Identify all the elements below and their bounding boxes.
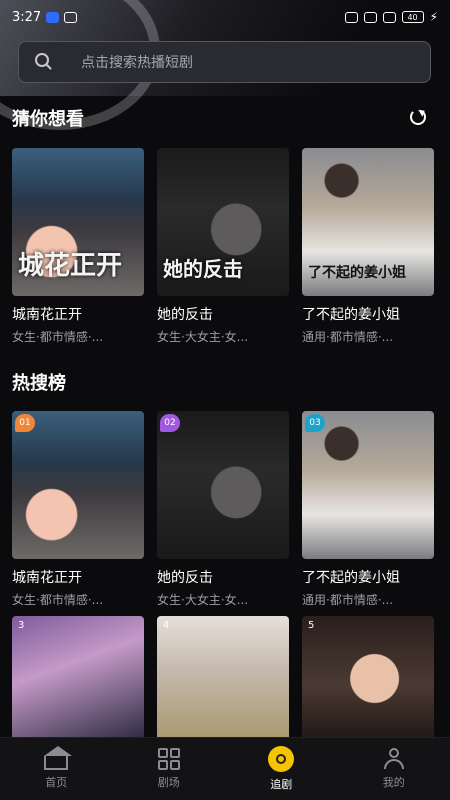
rank-badge: 02 [160,414,180,432]
hot-grid: 01 城南花正开 女生·都市情感·... 02 她的反击 女生·大女主·女...… [12,411,434,608]
drama-poster[interactable]: 3 [12,616,144,741]
drama-tags: 女生·大女主·女... [157,593,249,607]
nav-label: 我的 [382,776,405,789]
search-bar[interactable]: 点击搜索热播短剧 [18,41,431,83]
drama-poster[interactable]: 她的反击 [157,148,289,296]
charging-icon: ⚡ [429,10,438,24]
drama-card[interactable]: 了不起的姜小姐 了不起的姜小姐 通用·都市情感·... [302,148,434,345]
nav-label: 首页 [45,776,68,789]
drama-tags: 通用·都市情感·... [302,330,394,344]
nav-item-theater[interactable]: 剧场 [129,748,209,790]
follow-icon [268,746,295,772]
drama-tags: 女生·大女主·女... [157,330,249,344]
drama-title: 她的反击 [157,307,213,323]
drama-poster[interactable]: 5 [302,616,434,741]
nav-item-follow[interactable]: 追剧 [241,746,321,792]
vibrate-icon [344,11,358,23]
notification-icon [64,11,78,23]
profile-icon [383,748,405,770]
hot-drama-card[interactable]: 5 [302,616,434,741]
drama-tags: 通用·都市情感·... [302,593,394,607]
drama-poster[interactable]: 城花正开 [12,148,144,296]
drama-title: 了不起的姜小姐 [302,570,400,586]
drama-card[interactable]: 她的反击 她的反击 女生·大女主·女... [157,148,289,345]
drama-poster[interactable]: 4 [157,616,289,741]
drama-poster[interactable]: 03 [302,411,434,559]
drama-tags: 女生·都市情感·... [12,330,104,344]
rank-number: 5 [308,620,315,631]
rank-badge: 01 [15,414,35,432]
rank-badge: 03 [305,414,325,432]
drama-poster[interactable]: 02 [157,411,289,559]
drama-poster[interactable]: 了不起的姜小姐 [302,148,434,296]
wifi-icon [363,11,377,23]
rank-number: 4 [163,620,170,631]
hot-drama-card[interactable]: 01 城南花正开 女生·都市情感·... [12,411,144,608]
home-icon [44,746,73,770]
drama-tags: 女生·都市情感·... [12,593,104,607]
drama-poster[interactable]: 01 [12,411,144,559]
theater-icon [157,748,180,770]
hot-grid-more: 3 4 5 [12,616,434,741]
poster-title-art: 她的反击 [163,257,243,281]
drama-title: 城南花正开 [12,307,82,323]
status-time: 3:27 [12,9,42,25]
drama-card[interactable]: 城花正开 城南花正开 女生·都市情感·... [12,148,144,345]
hot-drama-card[interactable]: 4 [157,616,289,741]
bottom-nav: 首页 剧场 追剧 我的 [0,737,450,800]
search-icon [35,53,49,67]
hot-drama-card[interactable]: 3 [12,616,144,741]
drama-title: 了不起的姜小姐 [302,307,400,323]
section-title-recommend: 猜你想看 [12,109,84,130]
nav-label: 追剧 [270,778,293,791]
poster-title-art: 了不起的姜小姐 [308,265,406,281]
nav-label: 剧场 [157,776,180,789]
search-placeholder: 点击搜索热播短剧 [81,55,193,71]
hot-drama-card[interactable]: 02 她的反击 女生·大女主·女... [157,411,289,608]
rank-number: 3 [18,620,25,631]
drama-title: 城南花正开 [12,570,82,586]
nav-item-home[interactable]: 首页 [16,746,96,790]
hot-drama-card[interactable]: 03 了不起的姜小姐 通用·都市情感·... [302,411,434,608]
drama-title: 她的反击 [157,570,213,586]
status-bar: 3:27 40 ⚡ [0,0,450,34]
nav-item-profile[interactable]: 我的 [354,748,434,790]
battery-icon: 40 [401,11,424,23]
notification-app-icon [46,11,60,23]
refresh-icon[interactable] [410,109,426,125]
poster-title-art: 城花正开 [18,251,123,281]
recommend-grid: 城花正开 城南花正开 女生·都市情感·... 她的反击 她的反击 女生·大女主·… [12,148,434,345]
signal-icon [382,11,396,23]
section-title-hot: 热搜榜 [12,373,66,394]
